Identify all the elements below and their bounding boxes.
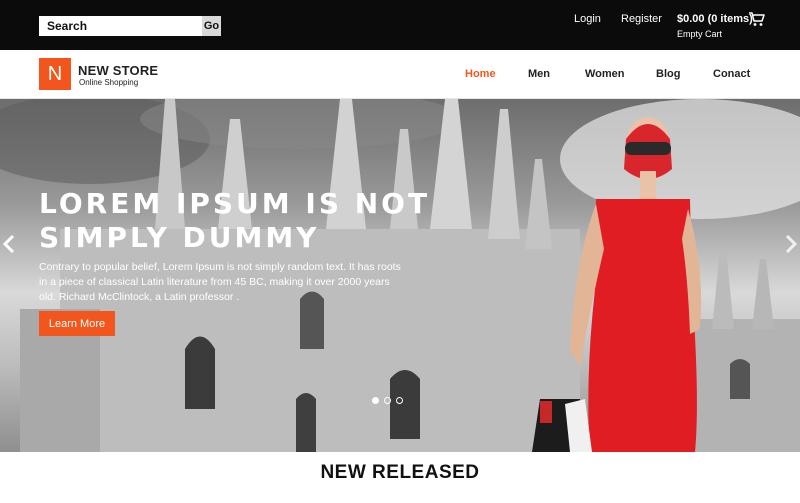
nav-item-women[interactable]: Women — [585, 68, 625, 80]
main-navbar: N NEW STORE Online Shopping Home Men Wom… — [0, 50, 800, 99]
cart-summary[interactable]: $0.00 (0 items) — [677, 13, 753, 25]
cart-icon[interactable] — [748, 10, 766, 28]
search-go-button[interactable]: Go — [202, 16, 221, 36]
top-bar: Go Login Register $0.00 (0 items) Empty … — [0, 0, 800, 50]
slider-dot-1[interactable] — [372, 397, 379, 404]
learn-more-button[interactable]: Learn More — [39, 311, 115, 336]
slider-dot-2[interactable] — [384, 397, 391, 404]
slider-dot-3[interactable] — [396, 397, 403, 404]
slider-dots — [372, 397, 403, 404]
nav-item-contact[interactable]: Conact — [713, 68, 750, 80]
hero-description: Contrary to popular belief, Lorem Ipsum … — [39, 261, 401, 303]
hero-slider: LOREM IPSUM IS NOT SIMPLY DUMMY Contrary… — [0, 99, 800, 452]
brand-tagline: Online Shopping — [79, 78, 139, 87]
section-title-new-released: NEW RELEASED — [320, 462, 480, 483]
cart-status: Empty Cart — [677, 29, 723, 39]
nav-item-men[interactable]: Men — [528, 68, 550, 80]
nav-item-blog[interactable]: Blog — [656, 68, 680, 80]
chevron-left-icon[interactable] — [2, 233, 16, 255]
search-form: Go — [39, 16, 221, 36]
login-link[interactable]: Login — [574, 13, 601, 25]
nav-item-home[interactable]: Home — [465, 68, 496, 80]
register-link[interactable]: Register — [621, 13, 662, 25]
brand-name[interactable]: NEW STORE — [78, 63, 158, 78]
hero-title: LOREM IPSUM IS NOT SIMPLY DUMMY — [39, 187, 431, 254]
search-input[interactable] — [39, 16, 202, 36]
chevron-right-icon[interactable] — [784, 233, 798, 255]
logo-mark[interactable]: N — [39, 58, 71, 90]
